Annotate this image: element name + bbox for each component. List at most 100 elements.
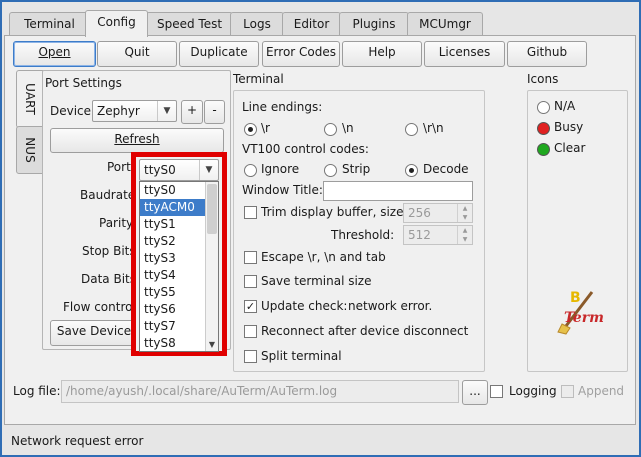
help-button[interactable]: Help bbox=[342, 41, 422, 67]
scrollbar-thumb[interactable] bbox=[207, 184, 217, 234]
logo-letter: B bbox=[570, 290, 581, 306]
port-option-ttys0[interactable]: ttyS0 bbox=[140, 182, 206, 199]
reconnect-checkbox[interactable] bbox=[244, 325, 257, 338]
threshold-label: Threshold: bbox=[331, 228, 395, 242]
terminal-section-title: Terminal bbox=[233, 72, 284, 86]
port-option-ttys4[interactable]: ttyS4 bbox=[140, 267, 206, 284]
port-value: ttyS0 bbox=[144, 163, 176, 177]
threshold-value: 512 bbox=[408, 228, 431, 242]
icon-na-radio[interactable] bbox=[537, 101, 550, 114]
update-check-status: network error. bbox=[348, 299, 433, 313]
duplicate-button[interactable]: Duplicate bbox=[179, 41, 259, 67]
line-ending-cr-label: \r bbox=[261, 121, 270, 135]
spin-arrows-icon: ▲ ▼ bbox=[457, 204, 472, 222]
line-ending-crlf-label: \r\n bbox=[423, 121, 444, 135]
line-ending-cr-radio[interactable] bbox=[244, 123, 257, 136]
port-option-ttys1[interactable]: ttyS1 bbox=[140, 216, 206, 233]
port-settings-title: Port Settings bbox=[45, 76, 122, 90]
side-tab-uart[interactable]: UART bbox=[16, 70, 43, 128]
chevron-down-icon: ▼ bbox=[157, 101, 176, 121]
error-codes-button[interactable]: Error Codes bbox=[262, 41, 340, 67]
save-terminal-size-checkbox[interactable] bbox=[244, 275, 257, 288]
vt100-label: VT100 control codes: bbox=[242, 142, 369, 156]
trim-size-value: 256 bbox=[408, 206, 431, 220]
data-bits-label: Data Bits bbox=[81, 272, 136, 286]
split-terminal-checkbox[interactable] bbox=[244, 350, 257, 363]
vt100-decode-label: Decode bbox=[423, 162, 469, 176]
append-checkbox[interactable] bbox=[561, 385, 574, 398]
port-option-ttyacm0[interactable]: ttyACM0 bbox=[140, 199, 206, 216]
vt100-decode-radio[interactable] bbox=[405, 164, 418, 177]
port-option-ttys7[interactable]: ttyS7 bbox=[140, 318, 206, 335]
open-label: Open bbox=[38, 45, 71, 59]
port-option-ttys8[interactable]: ttyS8 bbox=[140, 335, 206, 352]
tab-mcumgr[interactable]: MCUmgr bbox=[407, 12, 483, 36]
chevron-down-icon: ▼ bbox=[199, 160, 218, 180]
threshold-spinbox[interactable]: 512 ▲ ▼ bbox=[403, 225, 473, 245]
line-ending-crlf-radio[interactable] bbox=[405, 123, 418, 136]
refresh-label: Refresh bbox=[114, 132, 160, 146]
scroll-down-icon[interactable]: ▼ bbox=[206, 339, 218, 351]
port-option-ttys3[interactable]: ttyS3 bbox=[140, 250, 206, 267]
flow-control-label: Flow control bbox=[63, 300, 136, 314]
open-button[interactable]: Open bbox=[13, 41, 96, 67]
save-terminal-size-label: Save terminal size bbox=[261, 274, 372, 288]
tab-logs[interactable]: Logs bbox=[230, 12, 284, 36]
tab-plugins[interactable]: Plugins bbox=[339, 12, 409, 36]
device-select[interactable]: Zephyr ▼ bbox=[92, 100, 177, 122]
trim-buffer-checkbox[interactable] bbox=[244, 206, 257, 219]
auterm-logo-icon: B Term bbox=[552, 288, 604, 336]
split-terminal-label: Split terminal bbox=[261, 349, 342, 363]
browse-log-button[interactable]: ... bbox=[462, 380, 488, 405]
side-tab-nus-label: NUS bbox=[23, 137, 37, 163]
remove-device-button[interactable]: - bbox=[204, 100, 225, 124]
spin-arrows-icon: ▲ ▼ bbox=[457, 226, 472, 244]
line-ending-lf-radio[interactable] bbox=[324, 123, 337, 136]
status-bar-text: Network request error bbox=[11, 434, 144, 448]
vt100-ignore-label: Ignore bbox=[261, 162, 300, 176]
reconnect-label: Reconnect after device disconnect bbox=[261, 324, 469, 338]
line-ending-lf-label: \n bbox=[342, 121, 354, 135]
icon-clear-label: Clear bbox=[554, 141, 586, 155]
update-check-checkbox[interactable]: ✓ bbox=[244, 300, 257, 313]
port-dropdown-list: ttyS0 ttyACM0 ttyS1 ttyS2 ttyS3 ttyS4 ttyS5 tty… bbox=[139, 181, 219, 352]
port-select[interactable]: ttyS0 ▼ bbox=[139, 159, 219, 181]
window-title-label: Window Title: bbox=[242, 183, 323, 197]
quit-button[interactable]: Quit bbox=[97, 41, 177, 67]
baudrate-label: Baudrate bbox=[80, 188, 136, 202]
tab-speed-test[interactable]: Speed Test bbox=[146, 12, 233, 36]
trim-size-spinbox[interactable]: 256 ▲ ▼ bbox=[403, 203, 473, 223]
dropdown-scrollbar[interactable]: ▼ bbox=[205, 182, 218, 351]
escape-checkbox[interactable] bbox=[244, 251, 257, 264]
side-tab-uart-label: UART bbox=[23, 83, 37, 115]
device-label: Device bbox=[50, 104, 92, 118]
logging-checkbox[interactable] bbox=[490, 385, 503, 398]
log-file-path-input[interactable]: /home/ayush/.local/share/AuTerm/AuTerm.l… bbox=[61, 380, 459, 403]
logging-label: Logging bbox=[509, 384, 557, 398]
add-device-button[interactable]: + bbox=[181, 100, 203, 124]
side-tab-nus[interactable]: NUS bbox=[16, 126, 44, 174]
port-label: Port bbox=[107, 160, 131, 174]
github-button[interactable]: Github bbox=[507, 41, 587, 67]
trim-buffer-label: Trim display buffer, size: bbox=[261, 205, 408, 219]
port-option-ttys5[interactable]: ttyS5 bbox=[140, 284, 206, 301]
device-value: Zephyr bbox=[97, 104, 140, 118]
icon-clear-radio[interactable] bbox=[537, 143, 550, 156]
port-option-ttys6[interactable]: ttyS6 bbox=[140, 301, 206, 318]
tab-terminal[interactable]: Terminal bbox=[9, 12, 90, 36]
icon-na-label: N/A bbox=[554, 99, 576, 113]
save-device-button[interactable]: Save Device bbox=[50, 320, 138, 346]
vt100-ignore-radio[interactable] bbox=[244, 164, 257, 177]
icons-section-title: Icons bbox=[527, 72, 559, 86]
vt100-strip-radio[interactable] bbox=[324, 164, 337, 177]
icon-busy-label: Busy bbox=[554, 120, 584, 134]
window-title-input[interactable] bbox=[323, 181, 473, 201]
update-check-label: Update check: bbox=[261, 299, 348, 313]
port-option-ttys2[interactable]: ttyS2 bbox=[140, 233, 206, 250]
icon-busy-radio[interactable] bbox=[537, 122, 550, 135]
tab-config[interactable]: Config bbox=[85, 10, 148, 37]
line-endings-label: Line endings: bbox=[242, 100, 323, 114]
tab-editor[interactable]: Editor bbox=[282, 12, 341, 36]
refresh-button[interactable]: Refresh bbox=[50, 128, 224, 153]
licenses-button[interactable]: Licenses bbox=[424, 41, 505, 67]
